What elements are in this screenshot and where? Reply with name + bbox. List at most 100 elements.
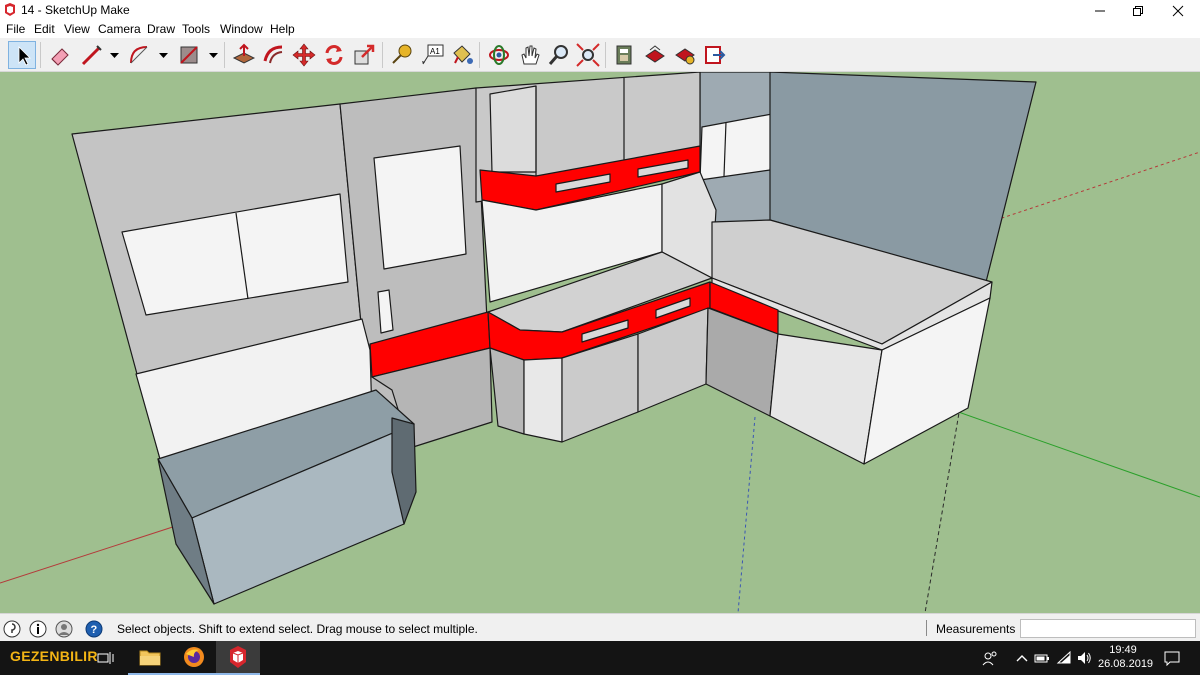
move-tool-button[interactable] <box>290 41 318 69</box>
select-tool-button[interactable] <box>8 41 36 69</box>
close-icon <box>1172 5 1184 16</box>
chevron-down-icon <box>208 52 218 58</box>
scale-tool-icon <box>354 44 375 65</box>
svg-text:A1: A1 <box>430 47 440 56</box>
toolbar-separator <box>479 42 480 68</box>
windows-taskbar: GEZENBILIR 19:49 26.08.2019 <box>0 641 1200 675</box>
people-icon[interactable] <box>982 650 998 666</box>
status-text: Select objects. Shift to extend select. … <box>117 622 478 636</box>
push-pull-tool-button[interactable] <box>230 41 258 69</box>
rectangle-tool-icon <box>180 46 198 64</box>
menu-file[interactable]: File <box>6 22 25 37</box>
move-tool-icon <box>292 43 316 67</box>
pan-tool-icon <box>521 45 540 65</box>
clock-date[interactable]: 26.08.2019 <box>1098 658 1153 670</box>
rectangle-tool-dropdown[interactable] <box>207 41 219 69</box>
sketchup-icon <box>230 646 246 668</box>
geo-location-icon[interactable] <box>3 620 21 638</box>
send-to-layout-button[interactable] <box>701 41 729 69</box>
zoom-extents-tool-button[interactable] <box>574 41 602 69</box>
measurements-label: Measurements <box>936 622 1016 636</box>
user-account-icon[interactable] <box>55 620 73 638</box>
toolbar-separator <box>382 42 383 68</box>
restore-icon <box>1133 5 1143 16</box>
door-window <box>373 145 467 270</box>
line-tool-dropdown[interactable] <box>108 41 120 69</box>
minimize-icon <box>1095 10 1105 11</box>
restore-button[interactable] <box>1116 0 1160 21</box>
orbit-tool-icon <box>489 45 509 65</box>
close-button[interactable] <box>1156 0 1200 21</box>
menu-tools[interactable]: Tools <box>182 22 210 37</box>
title-bar: 14 - SketchUp Make <box>0 0 1200 21</box>
rectangle-tool-button[interactable] <box>175 41 203 69</box>
arc-tool-dropdown[interactable] <box>157 41 169 69</box>
help-icon[interactable]: ? <box>85 620 103 638</box>
paint-bucket-tool-icon <box>453 45 473 64</box>
volume-icon[interactable] <box>1076 650 1092 666</box>
window-title: 14 - SketchUp Make <box>21 3 130 17</box>
network-icon[interactable] <box>1056 650 1072 666</box>
red-axis-hidden <box>989 151 1200 223</box>
menu-edit[interactable]: Edit <box>34 22 55 37</box>
status-separator <box>926 620 927 636</box>
line-tool-button[interactable] <box>78 41 106 69</box>
firefox-button[interactable] <box>172 641 216 675</box>
menu-draw[interactable]: Draw <box>147 22 175 37</box>
right-base-front <box>769 333 883 465</box>
task-view-button[interactable] <box>84 641 128 675</box>
zoom-tool-icon <box>548 45 568 65</box>
menu-window[interactable]: Window <box>220 22 263 37</box>
toolbar-separator <box>40 42 41 68</box>
paint-bucket-tool-button[interactable] <box>448 41 476 69</box>
clock-time[interactable]: 19:49 <box>1098 644 1148 656</box>
green-axis <box>929 401 1200 498</box>
extension-warehouse-icon <box>675 48 695 65</box>
firefox-icon <box>184 647 204 667</box>
drawing-viewport[interactable] <box>0 72 1200 613</box>
share-model-button[interactable] <box>641 41 669 69</box>
scale-tool-button[interactable] <box>350 41 378 69</box>
eraser-tool-icon <box>51 48 69 66</box>
blue-axis-hidden <box>737 416 756 613</box>
zoom-extents-tool-icon <box>576 43 600 67</box>
show-hidden-icons-icon[interactable] <box>1014 650 1030 666</box>
file-explorer-button[interactable] <box>128 641 172 675</box>
upper-cabinet-curve <box>489 85 537 173</box>
offset-tool-icon <box>263 45 283 64</box>
main-toolbar: A1 <box>0 38 1200 72</box>
toolbar-separator <box>605 42 606 68</box>
menu-help[interactable]: Help <box>270 22 295 37</box>
status-bar: ? Select objects. Shift to extend select… <box>0 613 1200 641</box>
arc-tool-button[interactable] <box>126 41 154 69</box>
file-explorer-icon <box>139 650 161 666</box>
orbit-tool-button[interactable] <box>485 41 513 69</box>
sketchup-app-icon <box>5 3 15 16</box>
tape-measure-tool-button[interactable] <box>388 41 416 69</box>
chevron-down-icon <box>158 52 168 58</box>
line-tool-icon <box>81 45 102 66</box>
eraser-tool-button[interactable] <box>46 41 74 69</box>
rotate-tool-button[interactable] <box>320 41 348 69</box>
offset-tool-button[interactable] <box>260 41 288 69</box>
text-tool-button[interactable]: A1 <box>418 41 446 69</box>
base-cabinet-curve <box>523 357 563 443</box>
notifications-icon[interactable] <box>1164 650 1180 666</box>
tape-measure-tool-icon <box>392 44 412 64</box>
credits-icon[interactable] <box>29 620 47 638</box>
menu-camera[interactable]: Camera <box>98 22 141 37</box>
battery-icon[interactable] <box>1034 650 1050 666</box>
sketchup-taskbar-button[interactable] <box>216 641 260 675</box>
zoom-tool-button[interactable] <box>545 41 573 69</box>
arc-tool-icon <box>130 46 148 64</box>
svg-text:?: ? <box>91 624 98 636</box>
menu-view[interactable]: View <box>64 22 90 37</box>
toolbar-separator <box>224 42 225 68</box>
text-tool-icon: A1 <box>422 44 444 65</box>
3d-warehouse-button[interactable] <box>611 41 639 69</box>
chevron-down-icon <box>109 52 119 58</box>
base-cabinet-side <box>489 347 525 435</box>
pan-tool-button[interactable] <box>515 41 543 69</box>
measurements-input[interactable] <box>1020 619 1196 638</box>
extension-warehouse-button[interactable] <box>671 41 699 69</box>
